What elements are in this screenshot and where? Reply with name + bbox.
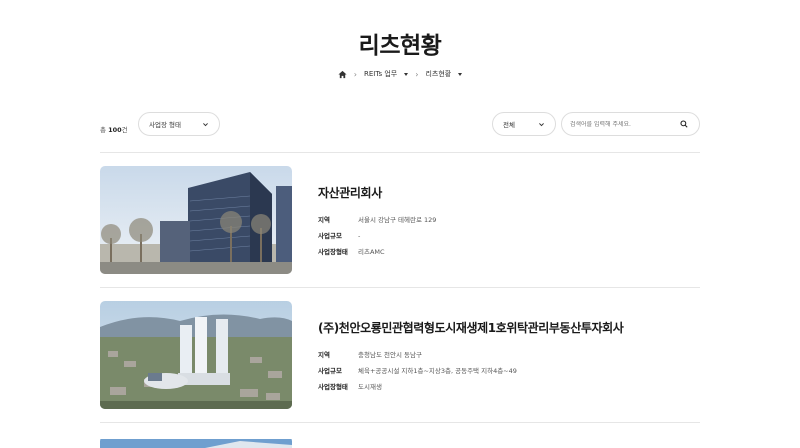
breadcrumb-label: REITs 업무 bbox=[364, 70, 398, 78]
breadcrumb: › REITs 업무 › 리츠현황 bbox=[0, 69, 800, 79]
breadcrumb-separator: › bbox=[415, 69, 419, 79]
city-development-image bbox=[100, 301, 292, 409]
item-info: (주)천안오룡민관협력형도시재생제1호위탁관리부동산투자회사 지역 충청남도 천… bbox=[318, 319, 698, 399]
chevron-down-icon bbox=[203, 122, 208, 126]
breadcrumb-separator: › bbox=[353, 69, 357, 79]
caret-down-icon bbox=[458, 72, 463, 76]
search-icon[interactable] bbox=[680, 120, 688, 128]
list-divider bbox=[100, 287, 700, 288]
breadcrumb-label: 리츠현황 bbox=[425, 70, 452, 78]
item-info: 자산관리회사 지역 서울시 강남구 테헤란로 129 사업규모 - 사업장형태 … bbox=[318, 184, 698, 264]
result-count: 총 100건 bbox=[100, 126, 128, 134]
item-title[interactable]: (주)천안오룡민관협력형도시재생제1호위탁관리부동산투자회사 bbox=[318, 319, 698, 336]
home-icon[interactable] bbox=[338, 70, 347, 79]
page-title: 리츠현황 bbox=[358, 33, 442, 59]
business-type-select[interactable]: 사업장 형태 bbox=[138, 112, 220, 136]
office-building-image bbox=[100, 166, 292, 274]
item-title[interactable]: 자산관리회사 bbox=[318, 184, 698, 201]
list-divider bbox=[100, 152, 700, 153]
list-item[interactable]: (주)천안오룡민관협력형도시재생제1호위탁관리부동산투자회사 지역 충청남도 천… bbox=[100, 301, 700, 409]
search-box bbox=[561, 112, 700, 136]
item-location-row: 지역 서울시 강남구 테헤란로 129 bbox=[318, 216, 437, 224]
list-item[interactable]: 자산관리회사 지역 서울시 강남구 테헤란로 129 사업규모 - 사업장형태 … bbox=[100, 166, 700, 274]
item-type-row: 사업장형태 리츠AMC bbox=[318, 248, 385, 256]
item-thumbnail[interactable] bbox=[100, 436, 292, 448]
filter-toolbar: 총 100건 사업장 형태 전체 bbox=[100, 112, 700, 136]
chevron-down-icon bbox=[539, 122, 544, 126]
building-image bbox=[100, 439, 292, 448]
search-scope-select[interactable]: 전체 bbox=[492, 112, 556, 136]
item-type-row: 사업장형태 도시재생 bbox=[318, 383, 382, 391]
search-input[interactable] bbox=[570, 120, 680, 128]
result-count-value: 100 bbox=[108, 126, 122, 134]
breadcrumb-item-status[interactable]: 리츠현황 bbox=[425, 69, 463, 79]
list-divider bbox=[100, 422, 700, 423]
item-thumbnail[interactable] bbox=[100, 301, 292, 409]
item-location-row: 지역 충청남도 천안시 동남구 bbox=[318, 351, 422, 359]
item-thumbnail[interactable] bbox=[100, 166, 292, 274]
caret-down-icon bbox=[404, 72, 409, 76]
breadcrumb-item-reits[interactable]: REITs 업무 bbox=[364, 69, 409, 79]
list-item[interactable] bbox=[100, 436, 700, 448]
item-scale-row: 사업규모 체육+공공시설 지하1층~지상3층, 공동주택 지하4층~49 bbox=[318, 367, 517, 375]
item-scale-row: 사업규모 - bbox=[318, 232, 361, 240]
